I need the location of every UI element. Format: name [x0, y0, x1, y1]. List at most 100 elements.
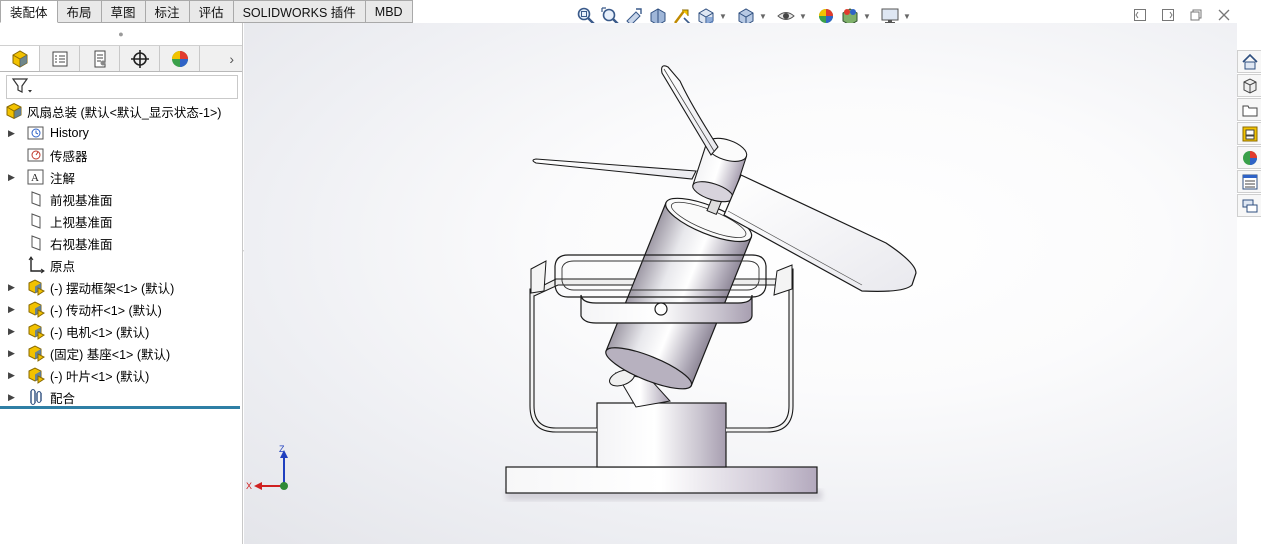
annotation-icon: A: [26, 168, 46, 186]
tree-item-label: 传感器: [50, 149, 88, 164]
triad-origin: [280, 482, 288, 490]
assembly-icon: [4, 102, 24, 120]
solidworks-resources-icon[interactable]: [1237, 50, 1261, 73]
tree-item[interactable]: 上视基准面: [0, 210, 242, 232]
tree-root-assembly[interactable]: 风扇总装 (默认<默认_显示状态-1>): [0, 100, 242, 122]
expand-arrow-icon[interactable]: ▶: [8, 326, 16, 337]
svg-text:A: A: [31, 172, 39, 184]
swing-frame-arm-right: [726, 268, 794, 433]
tree-item-label: 配合: [50, 391, 76, 406]
sensor-icon: [26, 146, 46, 164]
tree-item-label: History: [50, 126, 89, 140]
tree-item-label: 右视基准面: [50, 237, 113, 252]
plane-icon: [26, 190, 46, 208]
expand-arrow-icon[interactable]: ▶: [8, 304, 16, 315]
history-icon: [26, 124, 46, 142]
tree-item[interactable]: 传感器: [0, 144, 242, 166]
tab-layout[interactable]: 布局: [57, 0, 102, 23]
part-icon: [26, 322, 46, 340]
tabs-scroll-right-icon[interactable]: ›: [200, 46, 242, 71]
custom-properties-icon[interactable]: [1237, 170, 1261, 193]
plane-icon: [26, 212, 46, 230]
base-column: [596, 402, 727, 468]
pivot-hole: [654, 302, 668, 316]
base-plate: [505, 466, 818, 494]
expand-arrow-icon[interactable]: ▶: [8, 282, 16, 293]
restore-icon[interactable]: [1184, 5, 1208, 25]
tree-item[interactable]: ▶ (固定) 基座<1> (默认): [0, 342, 242, 364]
graphics-viewport[interactable]: [244, 23, 1237, 544]
triad-x-label: X: [246, 481, 252, 491]
collapse-left-icon[interactable]: [1128, 5, 1152, 25]
tab-mbd[interactable]: MBD: [365, 0, 413, 23]
feature-tree: 风扇总装 (默认<默认_显示状态-1>) ▶ History 传感器 ▶ A 注解前视基准…: [0, 100, 242, 408]
expand-arrow-icon[interactable]: ▶: [8, 128, 16, 139]
tree-item-label: (-) 摆动框架<1> (默认): [50, 281, 175, 296]
panel-grip-icon[interactable]: ●: [0, 23, 242, 45]
fan-blade-left: [532, 158, 697, 180]
tree-filter[interactable]: [6, 75, 238, 99]
document-window-controls: [1128, 5, 1236, 25]
dimxpert-tab-icon[interactable]: [120, 46, 160, 71]
fan-blade-up-edge: [663, 68, 715, 152]
tree-item[interactable]: ▶ (-) 传动杆<1> (默认): [0, 298, 242, 320]
tab-sketch[interactable]: 草图: [101, 0, 146, 23]
origin-icon: [26, 256, 46, 274]
tree-item-label: 前视基准面: [50, 193, 113, 208]
triad-z-label: Z: [279, 444, 285, 454]
collapse-right-icon[interactable]: [1156, 5, 1180, 25]
tab-markup[interactable]: 标注: [145, 0, 190, 23]
close-icon[interactable]: [1212, 5, 1236, 25]
tree-item[interactable]: 原点: [0, 254, 242, 276]
tree-item-label: 注解: [50, 171, 76, 186]
tree-item[interactable]: 右视基准面: [0, 232, 242, 254]
part-icon: [26, 366, 46, 384]
part-icon: [26, 344, 46, 362]
propertymanager-tab-icon[interactable]: [40, 46, 80, 71]
tree-item[interactable]: ▶ A 注解: [0, 166, 242, 188]
view-palette-icon[interactable]: [1237, 122, 1261, 145]
tree-item-label: (-) 叶片<1> (默认): [50, 369, 150, 384]
tree-item[interactable]: 前视基准面: [0, 188, 242, 210]
tree-item-label: 原点: [50, 259, 76, 274]
tree-item-label: (固定) 基座<1> (默认): [50, 347, 171, 362]
tab-assembly[interactable]: 装配体: [0, 0, 58, 23]
tree-item[interactable]: ▶ (-) 摆动框架<1> (默认): [0, 276, 242, 298]
tree-item[interactable]: ▶ (-) 电机<1> (默认): [0, 320, 242, 342]
fan-assembly-model[interactable]: [244, 23, 1237, 544]
expand-arrow-icon[interactable]: ▶: [8, 370, 16, 381]
expand-arrow-icon[interactable]: ▶: [8, 348, 16, 359]
mates-icon: [26, 388, 46, 406]
expand-arrow-icon[interactable]: ▶: [8, 392, 16, 403]
appearances-icon[interactable]: [1237, 146, 1261, 169]
featuremanager-tab-icon[interactable]: [0, 46, 40, 71]
manager-tabs: ›: [0, 45, 242, 72]
tree-item[interactable]: ▶ 配合: [0, 386, 242, 408]
swing-frame-bracket: [530, 260, 547, 294]
tree-item-label: (-) 传动杆<1> (默认): [50, 303, 162, 318]
display-manager-tab-icon[interactable]: [160, 46, 200, 71]
fan-blade-right: [723, 174, 917, 292]
design-library-icon[interactable]: [1237, 74, 1261, 97]
expand-arrow-icon[interactable]: ▶: [8, 172, 16, 183]
part-icon: [26, 300, 46, 318]
rollback-bar[interactable]: [0, 406, 240, 409]
featuremanager-panel: ● › 风扇总装 (默认<默认_显示状态-1>) ▶ History 传感器 ▶…: [0, 23, 243, 544]
tab-evaluate[interactable]: 评估: [189, 0, 234, 23]
forum-icon[interactable]: [1237, 194, 1261, 217]
reference-triad: Z X: [246, 444, 288, 491]
plane-icon: [26, 234, 46, 252]
tab-solidworks-addins[interactable]: SOLIDWORKS 插件: [233, 0, 366, 23]
file-explorer-icon[interactable]: [1237, 98, 1261, 121]
tree-item-label: 上视基准面: [50, 215, 113, 230]
tree-item[interactable]: ▶ (-) 叶片<1> (默认): [0, 364, 242, 386]
tree-items: ▶ History 传感器 ▶ A 注解前视基准面上视基准面右视基准面原点 ▶ (-) 摆动框…: [0, 122, 242, 408]
part-icon: [26, 278, 46, 296]
filter-icon[interactable]: [11, 77, 33, 98]
tree-root-label: 风扇总装 (默认<默认_显示状态-1>): [27, 105, 222, 120]
configurationmanager-tab-icon[interactable]: [80, 46, 120, 71]
triad-x-arrow: [254, 482, 262, 490]
tree-item[interactable]: ▶ History: [0, 122, 242, 144]
tree-item-label: (-) 电机<1> (默认): [50, 325, 150, 340]
task-pane: [1237, 50, 1261, 220]
